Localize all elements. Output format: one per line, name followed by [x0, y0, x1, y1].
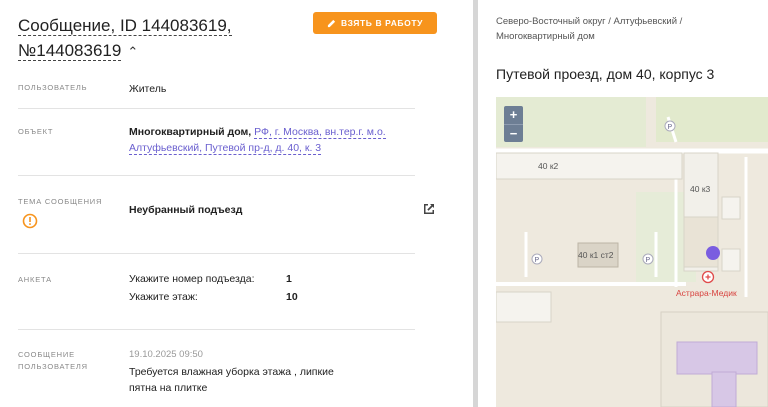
object-type: Многоквартирный дом, [129, 126, 252, 138]
svg-text:P: P [535, 257, 540, 264]
open-external-icon[interactable] [421, 201, 437, 217]
take-to-work-label: ВЗЯТЬ В РАБОТУ [340, 18, 424, 28]
topic-label: ТЕМА СООБЩЕНИЯ [18, 197, 103, 206]
user-value: Житель [129, 83, 167, 95]
parking-icon: P [642, 253, 654, 265]
map-building-label: 40 к2 [538, 161, 559, 171]
take-to-work-button[interactable]: ВЗЯТЬ В РАБОТУ [313, 12, 437, 34]
svg-text:P: P [668, 124, 673, 131]
message-date: 19.10.2025 09:50 [129, 349, 203, 360]
divider [18, 108, 415, 109]
message-label-2: ПОЛЬЗОВАТЕЛЯ [18, 362, 88, 371]
topic-value: Неубранный подъезд [129, 204, 243, 216]
survey-question: Укажите номер подъезда: [129, 273, 255, 285]
location-marker-icon[interactable] [706, 246, 720, 260]
message-text-1: Требуется влажная уборка этажа , липкие [129, 366, 334, 378]
divider [18, 329, 415, 330]
poi-label: Астрара-Медик [676, 288, 737, 298]
map-canvas[interactable]: 40 к2 40 к3 40 к1 ст2 P P P Астрара-Меди… [496, 97, 768, 407]
object-info-panel: Северо-Восточный округ / Алтуфьевский / … [478, 0, 768, 407]
zoom-controls: + − [504, 106, 523, 142]
survey-question: Укажите этаж: [129, 291, 198, 303]
divider [18, 175, 415, 176]
map[interactable]: 40 к2 40 к3 40 к1 ст2 P P P Астрара-Меди… [496, 97, 768, 407]
survey-answer: 10 [286, 291, 298, 303]
breadcrumb-line-1: Северо-Восточный округ / Алтуфьевский / [496, 16, 683, 27]
message-title-text: Сообщение, ID 144083619, №144083619 [18, 16, 232, 61]
object-value: Многоквартирный дом, РФ, г. Москва, вн.т… [129, 124, 419, 156]
zoom-in-button[interactable]: + [504, 106, 523, 124]
map-building-label: 40 к3 [690, 184, 711, 194]
chevron-up-icon[interactable]: ⌃ [127, 39, 138, 64]
parking-icon: P [531, 253, 543, 265]
breadcrumb: Северо-Восточный округ / Алтуфьевский / … [496, 14, 756, 44]
survey-answer: 1 [286, 273, 292, 285]
warning-icon [22, 213, 38, 229]
address-title: Путевой проезд, дом 40, корпус 3 [496, 66, 715, 82]
user-label: ПОЛЬЗОВАТЕЛЬ [18, 83, 88, 92]
parking-icon: P [664, 120, 676, 132]
object-address-link-1[interactable]: РФ, г. Москва, вн.тер.г. м.о. [254, 126, 386, 139]
message-text-2: пятна на плитке [129, 382, 208, 394]
message-label-1: СООБЩЕНИЕ [18, 350, 75, 359]
zoom-out-button[interactable]: − [504, 124, 523, 142]
map-building-label: 40 к1 ст2 [578, 250, 614, 260]
survey-label: АНКЕТА [18, 275, 52, 284]
divider [18, 253, 415, 254]
medical-poi-icon[interactable] [701, 270, 715, 284]
app-root: Сообщение, ID 144083619, №144083619 ⌃ ВЗЯ… [0, 0, 768, 407]
object-address-link-2[interactable]: Алтуфьевский, Путевой пр-д, д. 40, к. 3 [129, 142, 322, 155]
svg-text:P: P [646, 257, 651, 264]
message-details-panel: Сообщение, ID 144083619, №144083619 ⌃ ВЗЯ… [0, 0, 473, 407]
breadcrumb-line-2: Многоквартирный дом [496, 31, 595, 42]
pencil-icon [327, 19, 336, 27]
message-title[interactable]: Сообщение, ID 144083619, №144083619 ⌃ [18, 13, 288, 64]
object-label: ОБЪЕКТ [18, 127, 54, 136]
